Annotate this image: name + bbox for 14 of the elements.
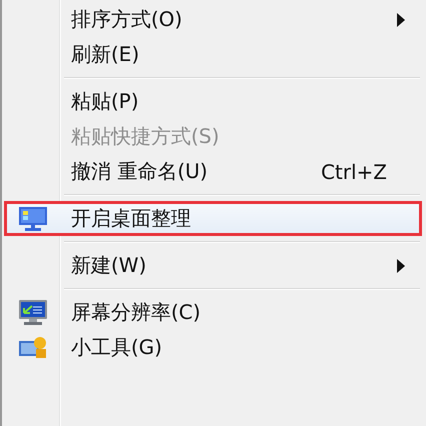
menu-item[interactable]: 刷新(E)	[4, 37, 422, 72]
menu-item[interactable]: 小工具(G)	[4, 330, 422, 365]
monitor-icon	[18, 298, 48, 326]
monitor-icon	[18, 206, 48, 232]
submenu-arrow-icon	[397, 12, 405, 26]
menu-item[interactable]: 排序方式(O)	[4, 2, 422, 37]
menu-item[interactable]: 撤消 重命名(U) Ctrl+Z	[4, 154, 422, 189]
submenu-arrow-icon	[397, 258, 405, 272]
gadget-icon	[18, 334, 48, 360]
menu-item[interactable]: 新建(W)	[4, 248, 422, 283]
menu-item[interactable]: 屏幕分辨率(C)	[4, 295, 422, 330]
menu-item[interactable]: 粘贴(P)	[4, 84, 422, 119]
menu-item[interactable]: 开启桌面整理	[4, 201, 422, 236]
shortcut-text: Ctrl+Z	[320, 160, 387, 184]
